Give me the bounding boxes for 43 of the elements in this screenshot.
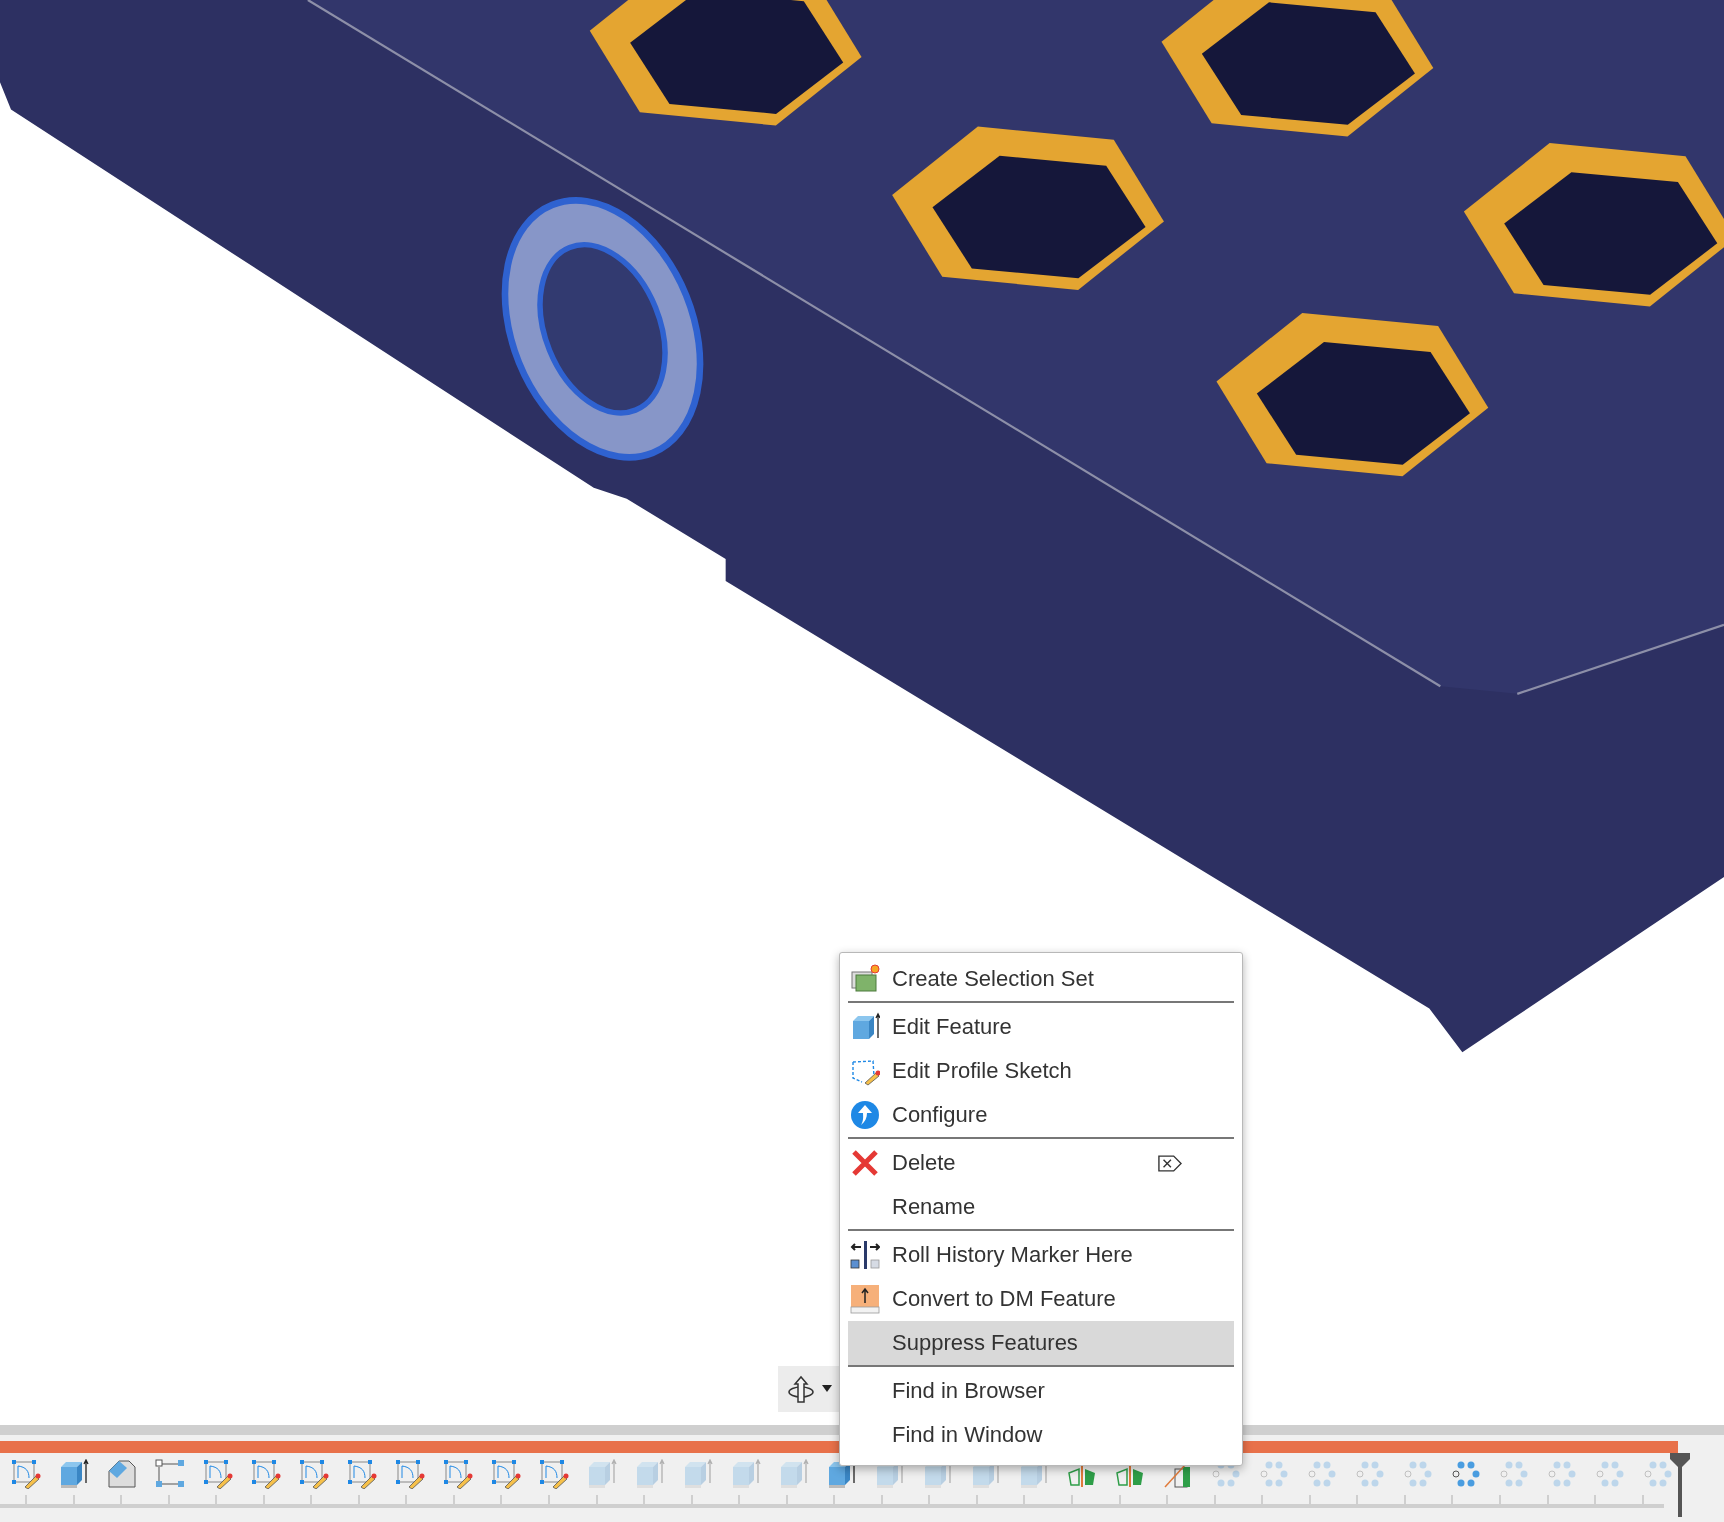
sketch-pencil-icon[interactable]	[491, 1459, 521, 1489]
sketch-pencil-icon[interactable]	[347, 1459, 377, 1489]
chamfer-icon[interactable]	[107, 1459, 137, 1489]
menu-item[interactable]: Roll History Marker Here	[848, 1233, 1234, 1277]
delete-x-icon	[850, 1148, 880, 1178]
orbit-icon	[786, 1374, 816, 1404]
delete-key-icon	[1158, 1154, 1182, 1172]
menu-item[interactable]: Find in Window	[848, 1413, 1234, 1457]
sketch-pencil-icon[interactable]	[203, 1459, 233, 1489]
menu-item[interactable]: Rename	[848, 1185, 1234, 1231]
circular-pattern-icon[interactable]	[1259, 1459, 1289, 1489]
caret-icon	[822, 1385, 832, 1393]
cube-icon[interactable]	[59, 1459, 89, 1489]
history-marker-icon	[850, 1240, 880, 1270]
convert-icon	[850, 1284, 880, 1314]
sketch-pencil-icon[interactable]	[251, 1459, 281, 1489]
menu-item[interactable]: Configure	[848, 1093, 1234, 1139]
circular-pattern-icon[interactable]	[1499, 1459, 1529, 1489]
configure-icon	[850, 1100, 880, 1130]
menu-item[interactable]: Create Selection Set	[848, 957, 1234, 1003]
cube-icon[interactable]	[827, 1459, 857, 1489]
constraint-icon[interactable]	[155, 1459, 185, 1489]
sketch-pencil-icon[interactable]	[395, 1459, 425, 1489]
circular-pattern-icon[interactable]	[1403, 1459, 1433, 1489]
sketch-pencil-icon[interactable]	[299, 1459, 329, 1489]
menu-item[interactable]: Edit Feature	[848, 1005, 1234, 1049]
menu-item[interactable]: Edit Profile Sketch	[848, 1049, 1234, 1093]
sketch-pencil-icon[interactable]	[11, 1459, 41, 1489]
circular-pattern-icon[interactable]	[1595, 1459, 1625, 1489]
history-marker[interactable]	[1670, 1453, 1690, 1517]
menu-item[interactable]: Suppress Features	[848, 1321, 1234, 1367]
cube-icon	[850, 1012, 880, 1042]
sketch-pencil-icon[interactable]	[539, 1459, 569, 1489]
circular-pattern-icon[interactable]	[1547, 1459, 1577, 1489]
circular-pattern-icon[interactable]	[1451, 1459, 1481, 1489]
menu-item[interactable]: Find in Browser	[848, 1369, 1234, 1413]
sketch-pencil-icon[interactable]	[443, 1459, 473, 1489]
selection-set-icon	[850, 964, 880, 994]
menu-item[interactable]: Delete	[848, 1141, 1234, 1185]
circular-pattern-icon[interactable]	[1307, 1459, 1337, 1489]
menu-item[interactable]: Convert to DM Feature	[848, 1277, 1234, 1321]
orbit-control[interactable]	[778, 1366, 840, 1412]
circular-pattern-icon[interactable]	[1355, 1459, 1385, 1489]
